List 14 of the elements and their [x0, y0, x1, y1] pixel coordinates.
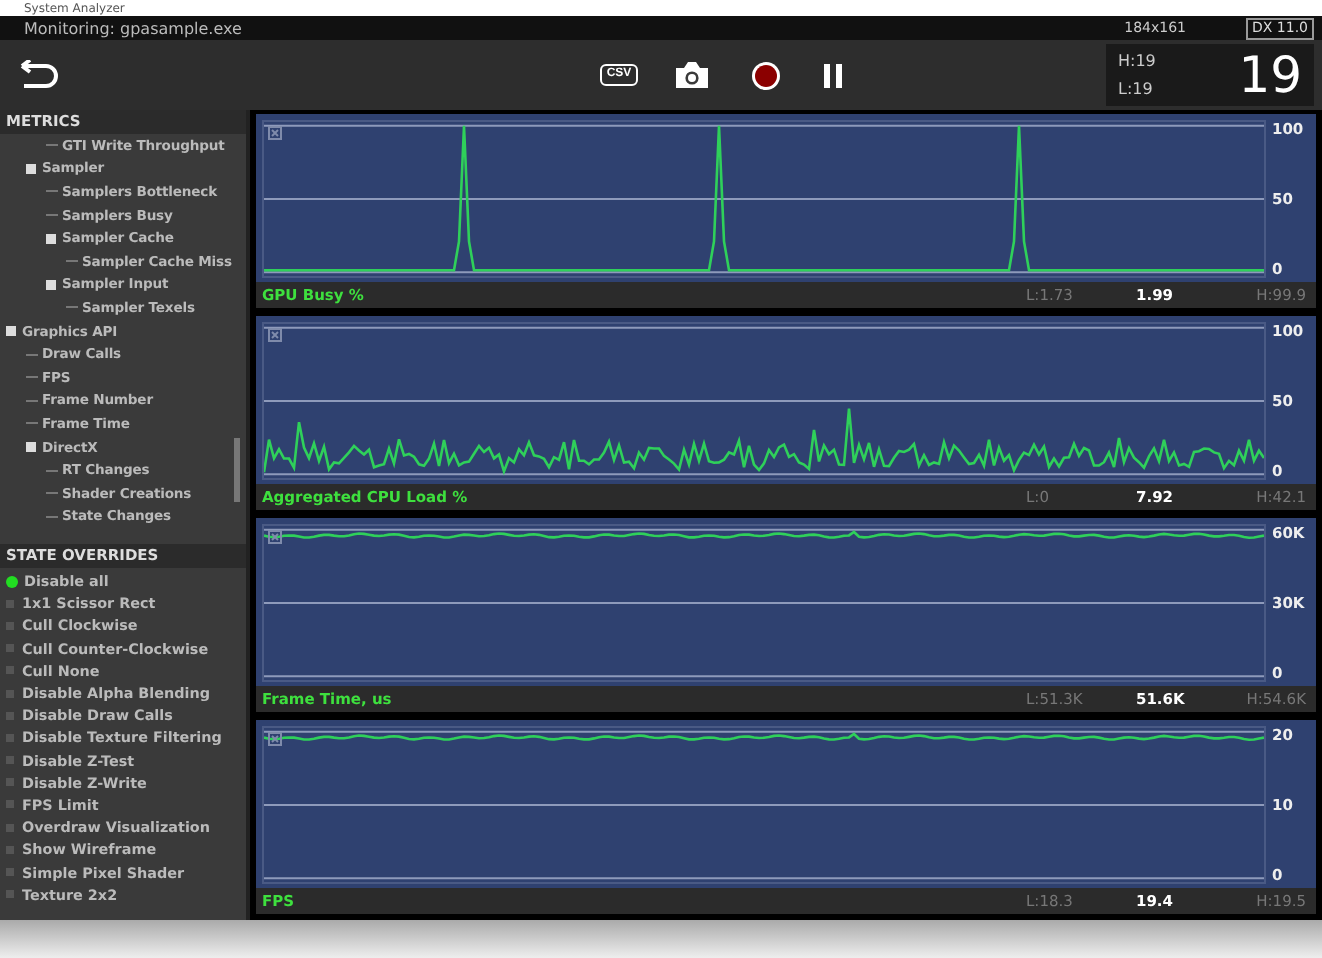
- fps-value: 19: [1238, 46, 1302, 104]
- collapse-icon[interactable]: [6, 326, 16, 337]
- fps-high-label: H:19: [1118, 52, 1156, 70]
- monitoring-label: Monitoring: gpasample.exe: [24, 19, 244, 37]
- collapse-icon[interactable]: [46, 233, 56, 244]
- close-icon[interactable]: [268, 530, 282, 544]
- close-icon[interactable]: [268, 328, 282, 342]
- scrollbar-thumb[interactable]: [234, 438, 240, 502]
- collapse-icon[interactable]: [26, 163, 36, 174]
- collapse-icon[interactable]: [46, 279, 56, 290]
- close-icon[interactable]: [268, 126, 282, 140]
- fps-low-label: L:19: [1118, 80, 1155, 98]
- collapse-icon[interactable]: [26, 442, 36, 453]
- close-icon[interactable]: [268, 732, 282, 746]
